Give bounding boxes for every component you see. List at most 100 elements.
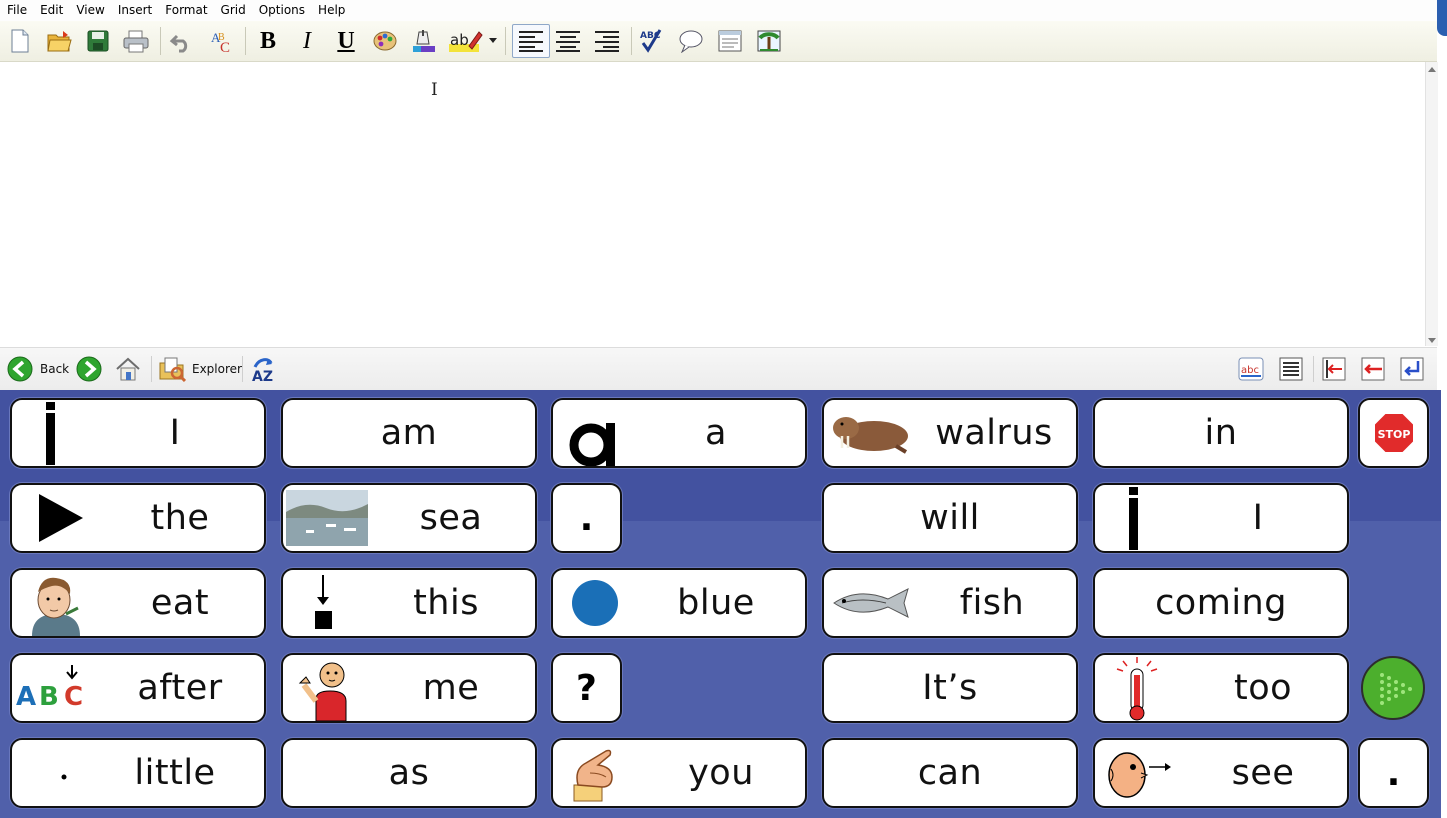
scroll-up-icon[interactable] — [1428, 67, 1436, 72]
print-button[interactable] — [121, 26, 151, 56]
menu-format[interactable]: Format — [158, 0, 213, 21]
spell-check-button[interactable]: ABC — [637, 26, 667, 56]
underline-button[interactable]: U — [331, 26, 361, 56]
sea-photo-icon — [283, 485, 371, 551]
menu-edit[interactable]: Edit — [33, 0, 69, 21]
cell-question[interactable]: ? — [551, 653, 622, 723]
cell-i-second[interactable]: I — [1093, 483, 1349, 553]
menu-insert[interactable]: Insert — [111, 0, 158, 21]
background-color-button[interactable] — [409, 26, 439, 56]
cell-i[interactable]: I — [10, 398, 266, 468]
cell-am[interactable]: am — [281, 398, 537, 468]
printer-icon — [123, 30, 149, 53]
save-button[interactable] — [83, 26, 113, 56]
highlight-button[interactable]: ab — [448, 26, 484, 56]
cell-word: blue — [677, 583, 755, 623]
italic-button[interactable]: I — [292, 26, 322, 56]
cell-word: as — [388, 753, 430, 793]
explorer-icon — [159, 357, 186, 383]
cell-this[interactable]: this — [281, 568, 537, 638]
delete-word-icon — [1361, 357, 1385, 381]
stop-button[interactable]: STOP — [1358, 398, 1429, 468]
bold-button[interactable]: B — [253, 26, 283, 56]
menu-grid[interactable]: Grid — [214, 0, 252, 21]
word-list-button[interactable]: abc — [1237, 354, 1265, 384]
open-button[interactable] — [44, 26, 74, 56]
cell-its[interactable]: It’s — [822, 653, 1078, 723]
list-view-button[interactable] — [1277, 354, 1305, 384]
picture-button[interactable] — [754, 26, 784, 56]
navigation-bar: Back Explorer AZ abc — [0, 347, 1437, 391]
cell-word: fish — [959, 583, 1025, 623]
cell-will[interactable]: will — [822, 483, 1078, 553]
align-center-button[interactable] — [553, 26, 583, 56]
new-document-button[interactable] — [5, 26, 35, 56]
cell-in[interactable]: in — [1093, 398, 1349, 468]
cell-walrus[interactable]: walrus — [822, 398, 1078, 468]
menu-bar: File Edit View Insert Format Grid Option… — [0, 0, 1437, 22]
home-button[interactable] — [114, 354, 142, 384]
align-left-button[interactable] — [512, 24, 550, 58]
thermometer-icon — [1095, 655, 1179, 721]
cell-you[interactable]: you — [551, 738, 807, 808]
cell-coming[interactable]: coming — [1093, 568, 1349, 638]
speak-button[interactable] — [1360, 655, 1426, 721]
font-button[interactable]: ACB — [208, 26, 238, 56]
forward-button[interactable] — [75, 354, 103, 384]
cell-the[interactable]: the — [10, 483, 266, 553]
enter-button[interactable] — [1398, 354, 1426, 384]
communication-grid: I am a walrus in STOP the sea . will I e… — [0, 390, 1441, 818]
walrus-picture-icon — [824, 400, 918, 466]
cell-too[interactable]: too — [1093, 653, 1349, 723]
explorer-button[interactable]: Explorer — [158, 354, 242, 384]
see-face-icon — [1095, 740, 1181, 806]
cell-as[interactable]: as — [281, 738, 537, 808]
cell-word: see — [1231, 753, 1295, 793]
cell-period-end[interactable]: . — [1358, 738, 1429, 808]
jump-start-button[interactable] — [1320, 354, 1348, 384]
font-style-icon: ACB — [211, 30, 230, 54]
svg-text:B: B — [39, 682, 59, 712]
sort-az-button[interactable]: AZ — [249, 354, 277, 384]
document-scrollbar[interactable] — [1425, 62, 1438, 346]
document-area[interactable] — [0, 62, 1424, 346]
i-symbol-icon — [1095, 485, 1175, 551]
cell-little[interactable]: little — [10, 738, 266, 808]
menu-view[interactable]: View — [69, 0, 110, 21]
stop-sign-icon: STOP — [1360, 400, 1427, 466]
cell-word: It’s — [922, 668, 978, 708]
cell-a[interactable]: a — [551, 398, 807, 468]
list-view-icon — [1279, 357, 1303, 381]
align-center-icon — [556, 31, 580, 52]
menu-file[interactable]: File — [0, 0, 33, 21]
cell-eat[interactable]: eat — [10, 568, 266, 638]
back-button[interactable]: Back — [6, 354, 69, 384]
cell-me[interactable]: me — [281, 653, 537, 723]
undo-icon — [169, 34, 188, 53]
palette-icon — [373, 31, 397, 51]
menu-options[interactable]: Options — [252, 0, 311, 21]
delete-word-button[interactable] — [1359, 354, 1387, 384]
cell-sea[interactable]: sea — [281, 483, 537, 553]
cell-blue[interactable]: blue — [551, 568, 807, 638]
cell-period[interactable]: . — [551, 483, 622, 553]
cell-can[interactable]: can — [822, 738, 1078, 808]
undo-button[interactable] — [166, 26, 196, 56]
speech-button[interactable] — [676, 26, 706, 56]
cell-word: the — [150, 498, 210, 538]
spell-check-icon: ABC — [640, 29, 662, 53]
cell-see[interactable]: see — [1093, 738, 1349, 808]
scroll-down-icon[interactable] — [1428, 338, 1436, 343]
svg-text:A: A — [16, 682, 36, 712]
text-color-button[interactable] — [370, 26, 400, 56]
word-abc-icon: abc — [1238, 357, 1264, 381]
menu-help[interactable]: Help — [311, 0, 351, 21]
align-right-button[interactable] — [592, 26, 622, 56]
cell-after[interactable]: ABC after — [10, 653, 266, 723]
cell-fish[interactable]: fish — [822, 568, 1078, 638]
highlight-dropdown-button[interactable] — [486, 26, 500, 56]
cell-word: too — [1233, 668, 1293, 708]
document-view-button[interactable] — [715, 26, 745, 56]
toolbar: ACB B I U ab ABC — [0, 21, 1437, 62]
forward-arrow-icon — [76, 356, 102, 382]
